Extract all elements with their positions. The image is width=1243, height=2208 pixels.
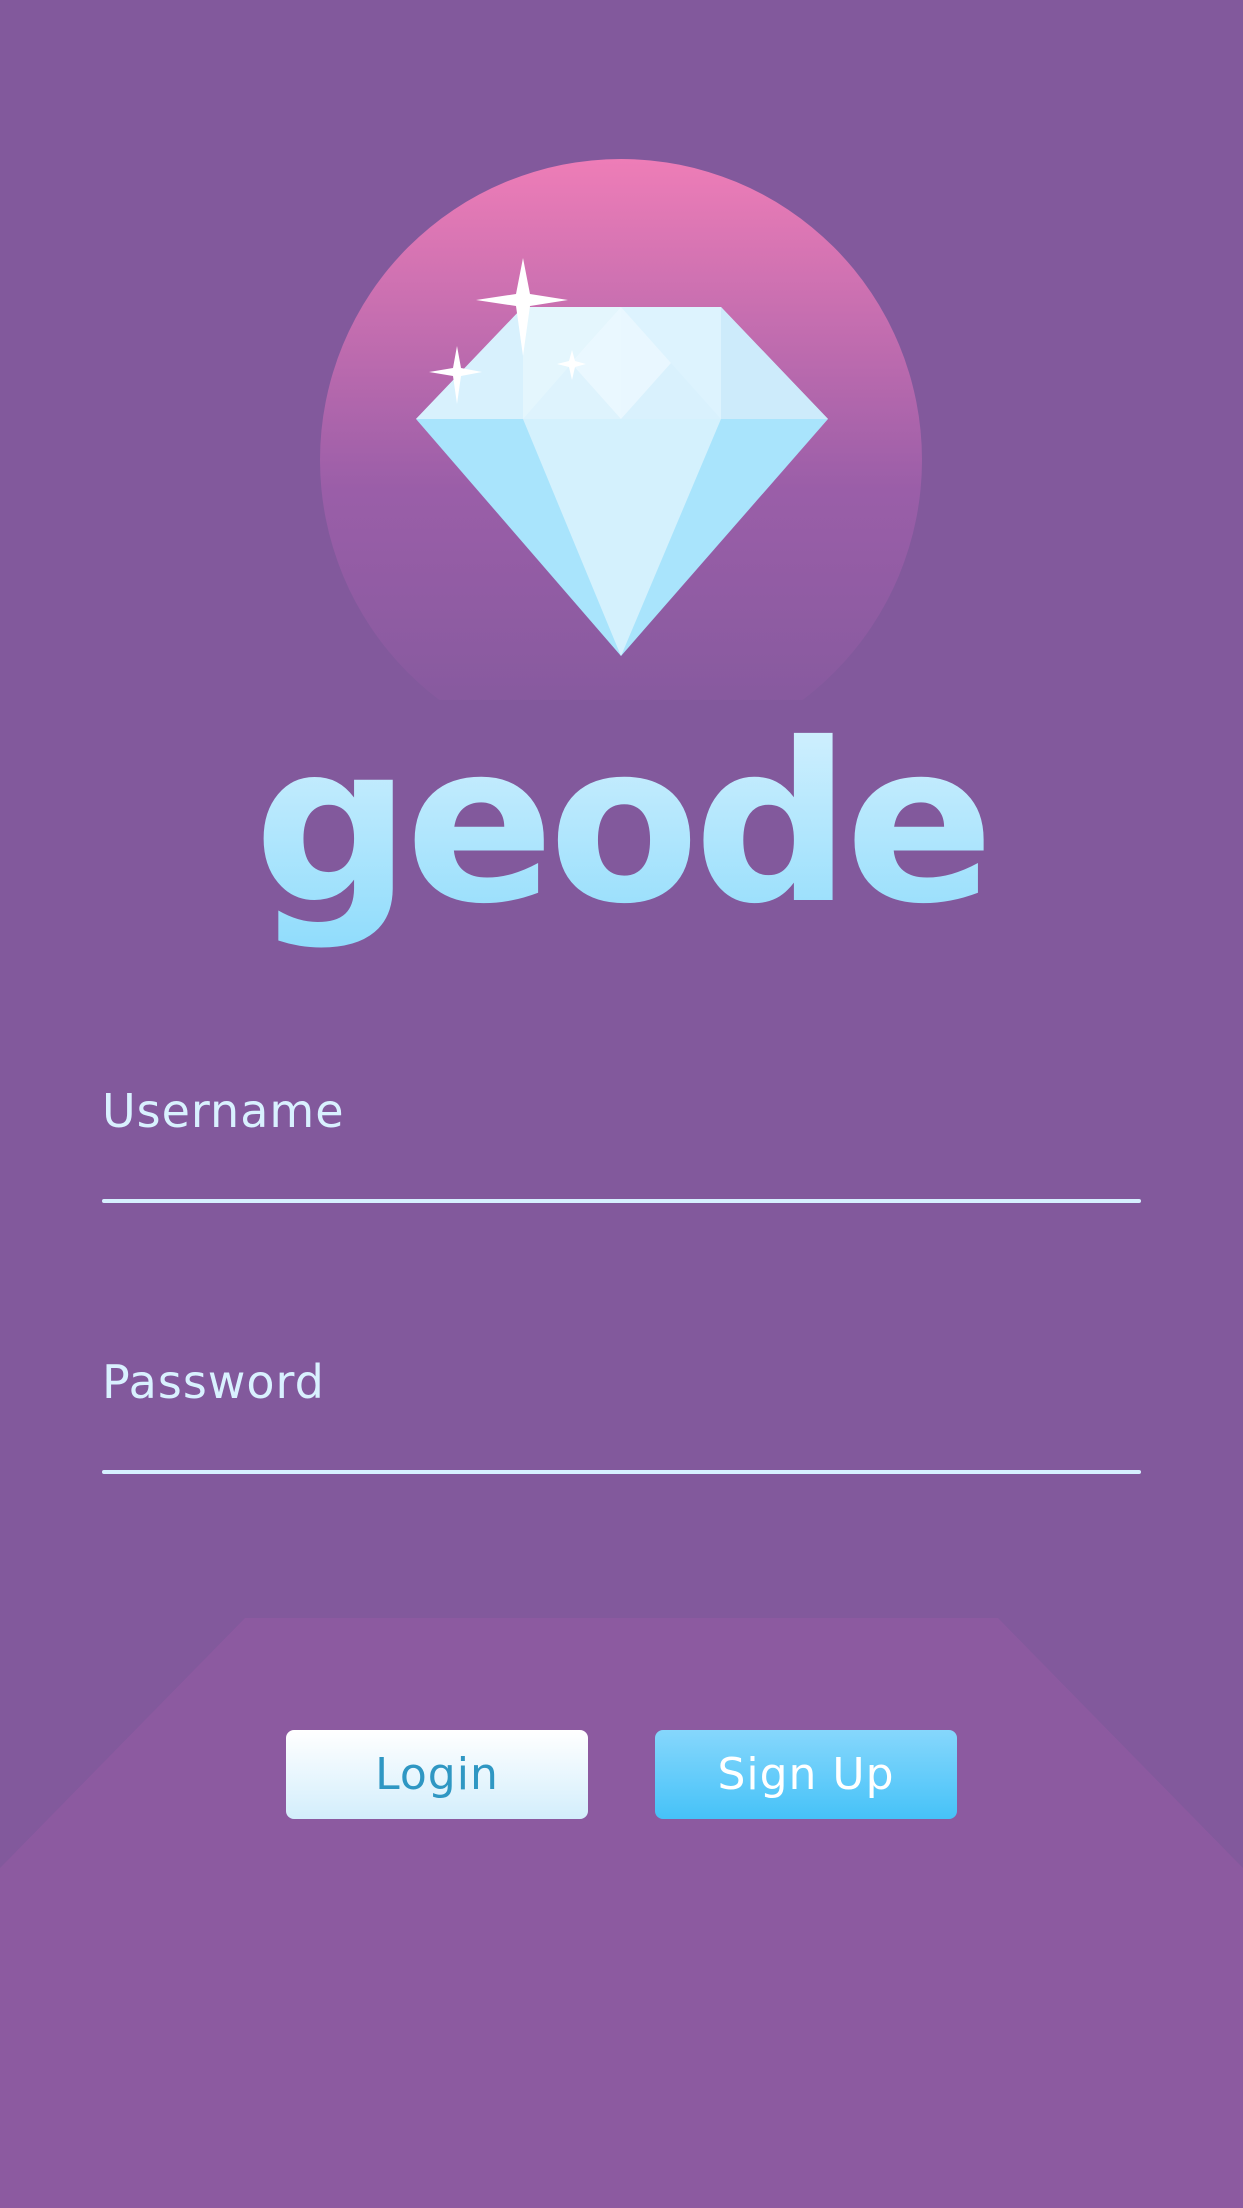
username-label: Username xyxy=(102,1084,345,1138)
login-screen: geode Username Password Login Sign Up xyxy=(0,0,1243,2208)
signup-button-label: Sign Up xyxy=(717,1749,895,1800)
password-label: Password xyxy=(102,1355,325,1409)
login-button-label: Login xyxy=(375,1749,499,1800)
password-underline xyxy=(102,1470,1141,1474)
login-button[interactable]: Login xyxy=(286,1730,588,1819)
app-name: geode xyxy=(254,696,989,952)
hero-graphic xyxy=(320,159,922,700)
signup-button[interactable]: Sign Up xyxy=(655,1730,957,1819)
app-logo: geode xyxy=(254,696,995,952)
username-underline xyxy=(102,1199,1141,1203)
